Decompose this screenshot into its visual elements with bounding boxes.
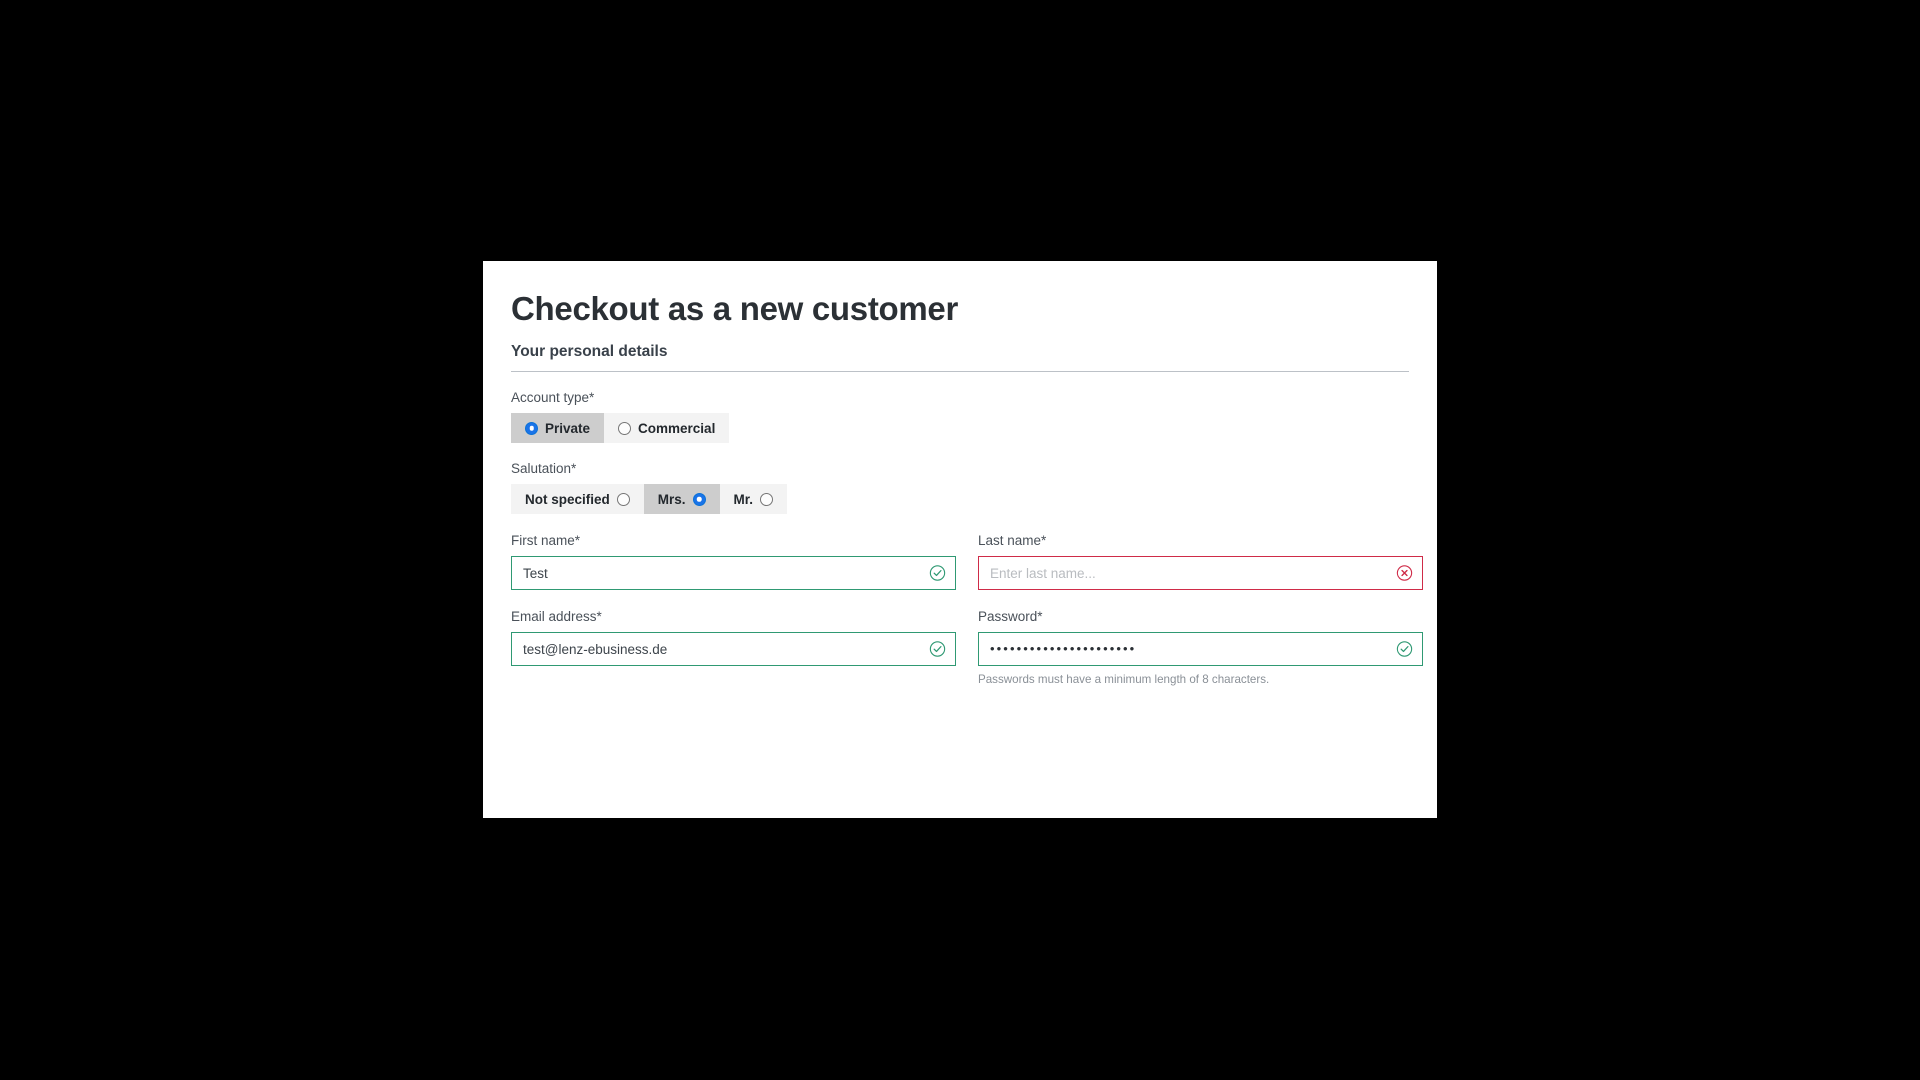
- password-field: Password* •••••••••••••••••••••• Passwor…: [978, 608, 1423, 687]
- salutation-option-mrs-label: Mrs.: [657, 491, 686, 507]
- account-type-option-commercial-label: Commercial: [638, 420, 716, 436]
- salutation-label: Salutation*: [511, 461, 577, 476]
- password-input-wrap: ••••••••••••••••••••••: [978, 632, 1423, 666]
- first-name-field: First name*: [511, 532, 956, 590]
- salutation-option-mr[interactable]: Mr.: [719, 484, 788, 514]
- password-input[interactable]: ••••••••••••••••••••••: [978, 632, 1423, 666]
- salutation-option-mrs[interactable]: Mrs.: [643, 484, 720, 514]
- account-type-option-private-label: Private: [545, 420, 591, 436]
- first-name-input-wrap: [511, 556, 956, 590]
- credentials-row: Email address* Password* ••••••••••••••: [511, 608, 1423, 687]
- password-hint: Passwords must have a minimum length of …: [978, 673, 1270, 686]
- salutation-group: Salutation* Not specified Mrs. Mr.: [511, 460, 1409, 514]
- salutation-option-not-specified[interactable]: Not specified: [511, 484, 644, 514]
- first-name-input[interactable]: [511, 556, 956, 590]
- name-row: First name* Last name*: [511, 532, 1423, 590]
- account-type-options: Private Commercial: [511, 413, 730, 443]
- email-input-wrap: [511, 632, 956, 666]
- radio-dot-mrs[interactable]: [692, 492, 706, 506]
- radio-dot-private[interactable]: [525, 421, 538, 435]
- password-label: Password*: [978, 609, 1043, 624]
- last-name-input-wrap: [978, 556, 1423, 590]
- account-type-option-private[interactable]: Private: [511, 413, 605, 443]
- password-masked-value: ••••••••••••••••••••••: [990, 641, 1137, 656]
- account-type-group: Account type* Private Commercial: [511, 389, 1409, 443]
- last-name-field: Last name*: [978, 532, 1423, 590]
- checkout-card: Checkout as a new customer Your personal…: [483, 261, 1437, 818]
- salutation-options: Not specified Mrs. Mr.: [511, 484, 788, 514]
- section-divider: [511, 371, 1409, 372]
- last-name-label: Last name*: [978, 533, 1047, 548]
- account-type-label: Account type*: [511, 390, 595, 405]
- radio-dot-commercial[interactable]: [618, 421, 632, 435]
- page-title: Checkout as a new customer: [511, 290, 959, 327]
- radio-dot-not-specified[interactable]: [616, 492, 630, 506]
- email-input[interactable]: [511, 632, 956, 666]
- radio-dot-mr[interactable]: [760, 492, 774, 506]
- screen: Checkout as a new customer Your personal…: [0, 0, 1920, 1080]
- email-field: Email address*: [511, 608, 956, 687]
- salutation-option-not-specified-label: Not specified: [525, 491, 610, 507]
- section-title: Your personal details: [511, 343, 668, 360]
- first-name-label: First name*: [511, 533, 581, 548]
- last-name-input[interactable]: [978, 556, 1423, 590]
- email-label: Email address*: [511, 609, 602, 624]
- account-type-option-commercial[interactable]: Commercial: [604, 413, 730, 443]
- salutation-option-mr-label: Mr.: [733, 491, 754, 507]
